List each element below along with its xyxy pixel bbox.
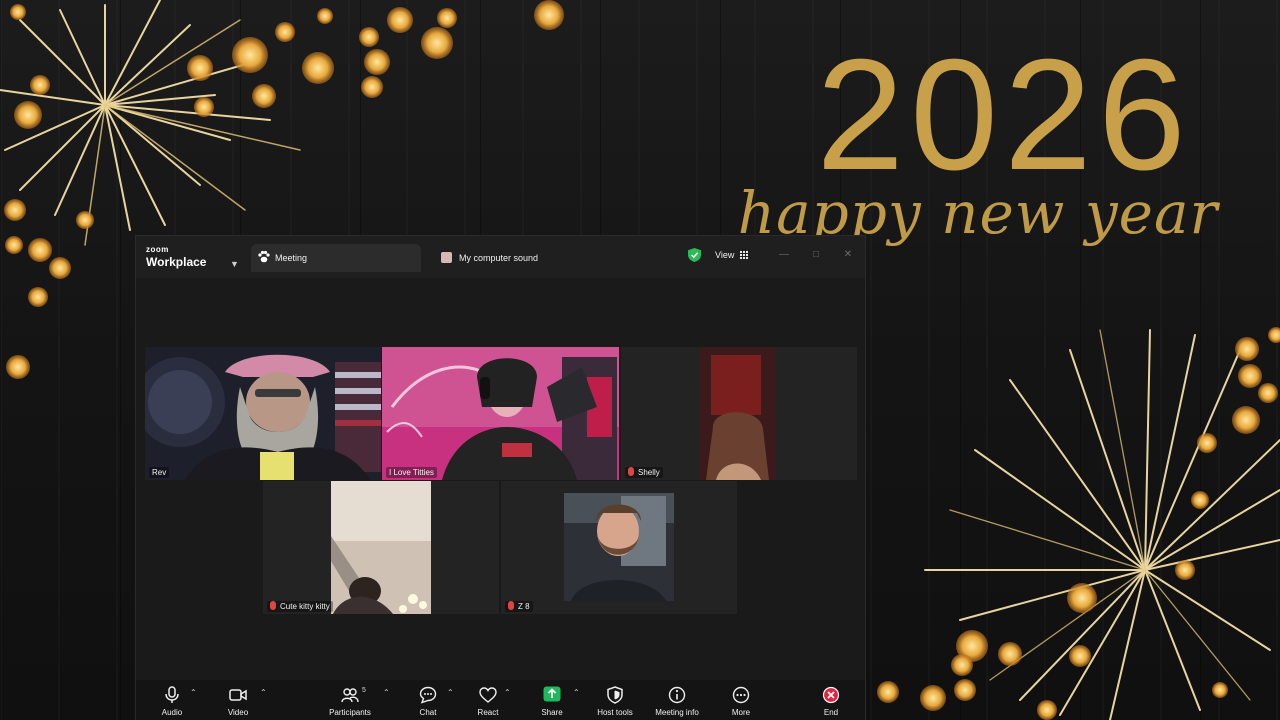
participant-video [263, 481, 499, 614]
participant-name: Shelly [625, 467, 663, 478]
video-tile-z8[interactable]: Z 8 [501, 481, 737, 614]
participant-name: Rev [149, 467, 170, 478]
microphone-icon [165, 686, 179, 703]
more-label: More [731, 708, 751, 717]
participant-name: Cute kitty kitty [267, 601, 333, 612]
participant-name-text: Cute kitty kitty [280, 602, 330, 611]
close-icon[interactable]: ✕ [841, 248, 855, 262]
mic-muted-icon [628, 467, 634, 476]
video-tile-rev[interactable]: Rev [145, 347, 381, 480]
chat-label: Chat [419, 708, 437, 717]
participant-name-text: Shelly [638, 468, 660, 477]
window-titlebar[interactable]: zoom Workplace ▼ Meeting My computer sou… [136, 236, 865, 278]
chat-button[interactable]: Chat [412, 680, 444, 720]
audio-button[interactable]: Audio [152, 680, 192, 720]
share-screen-icon [543, 686, 561, 702]
zoom-meeting-window: zoom Workplace ▼ Meeting My computer sou… [136, 236, 865, 720]
meeting-info-label: Meeting info [655, 708, 699, 717]
participants-label: Participants [329, 708, 371, 717]
mic-muted-icon [508, 601, 514, 610]
more-button[interactable]: More [724, 680, 758, 720]
minimize-icon[interactable]: — [777, 248, 791, 262]
participants-options-caret[interactable]: ⌃ [383, 688, 390, 697]
video-options-caret[interactable]: ⌃ [260, 688, 267, 697]
audio-label: Audio [161, 708, 183, 717]
share-label: Share [541, 708, 563, 717]
mic-muted-icon [270, 601, 276, 610]
video-button[interactable]: Video [218, 680, 258, 720]
participant-name-text: Z 8 [518, 602, 530, 611]
zoom-workplace-menu[interactable]: zoom Workplace ▼ [146, 245, 246, 273]
host-tools-button[interactable]: Host tools [592, 680, 638, 720]
chat-options-caret[interactable]: ⌃ [447, 688, 454, 697]
participant-video [621, 347, 857, 480]
grid-icon [740, 251, 748, 259]
share-thumbnail-icon [441, 252, 452, 263]
end-label: End [823, 708, 839, 717]
wallpaper-year-text: 2026 [816, 27, 1192, 203]
shield-icon [607, 686, 623, 704]
video-tile-cute-kitty[interactable]: Cute kitty kitty [263, 481, 499, 614]
meeting-info-button[interactable]: Meeting info [649, 680, 705, 720]
participant-name: Z 8 [505, 601, 533, 612]
maximize-icon[interactable]: □ [809, 248, 823, 262]
zoom-logo-text: zoom [146, 245, 169, 254]
react-options-caret[interactable]: ⌃ [504, 688, 511, 697]
participants-icon [341, 688, 359, 703]
video-camera-icon [229, 689, 247, 701]
share-button[interactable]: Share [534, 680, 570, 720]
video-label: Video [227, 708, 249, 717]
tab-computer-sound[interactable]: My computer sound [436, 244, 636, 272]
view-button[interactable]: View [708, 246, 756, 264]
security-shield-icon[interactable] [688, 248, 701, 262]
end-meeting-button[interactable]: End [816, 680, 846, 720]
meeting-controls-toolbar: Audio ⌃ Video ⌃ 5 Participants ⌃ Chat ⌃ … [136, 680, 865, 720]
participant-video [382, 347, 619, 480]
react-label: React [477, 708, 499, 717]
participants-button[interactable]: 5 Participants [320, 680, 380, 720]
react-button[interactable]: React [472, 680, 504, 720]
paw-icon [258, 250, 270, 263]
chat-bubble-icon [419, 686, 437, 704]
video-tile-shelly[interactable]: Shelly [621, 347, 857, 480]
tab-meeting-label: Meeting [275, 253, 308, 263]
tab-meeting[interactable]: Meeting [251, 244, 421, 272]
view-label: View [715, 250, 735, 260]
participant-name: I Love Titties [386, 467, 437, 478]
end-call-icon [822, 686, 840, 704]
workplace-logo-text: Workplace [146, 255, 207, 269]
participants-count: 5 [362, 687, 366, 694]
info-icon [668, 686, 686, 704]
heart-icon [479, 687, 497, 703]
share-options-caret[interactable]: ⌃ [573, 688, 580, 697]
participant-video [145, 347, 381, 480]
more-icon [732, 686, 750, 704]
video-tile-active-speaker[interactable]: I Love Titties [382, 347, 619, 480]
participant-video [501, 481, 737, 614]
audio-options-caret[interactable]: ⌃ [190, 688, 197, 697]
tab-sound-label: My computer sound [459, 253, 539, 263]
chevron-down-icon: ▼ [230, 259, 239, 269]
host-tools-label: Host tools [597, 708, 633, 717]
